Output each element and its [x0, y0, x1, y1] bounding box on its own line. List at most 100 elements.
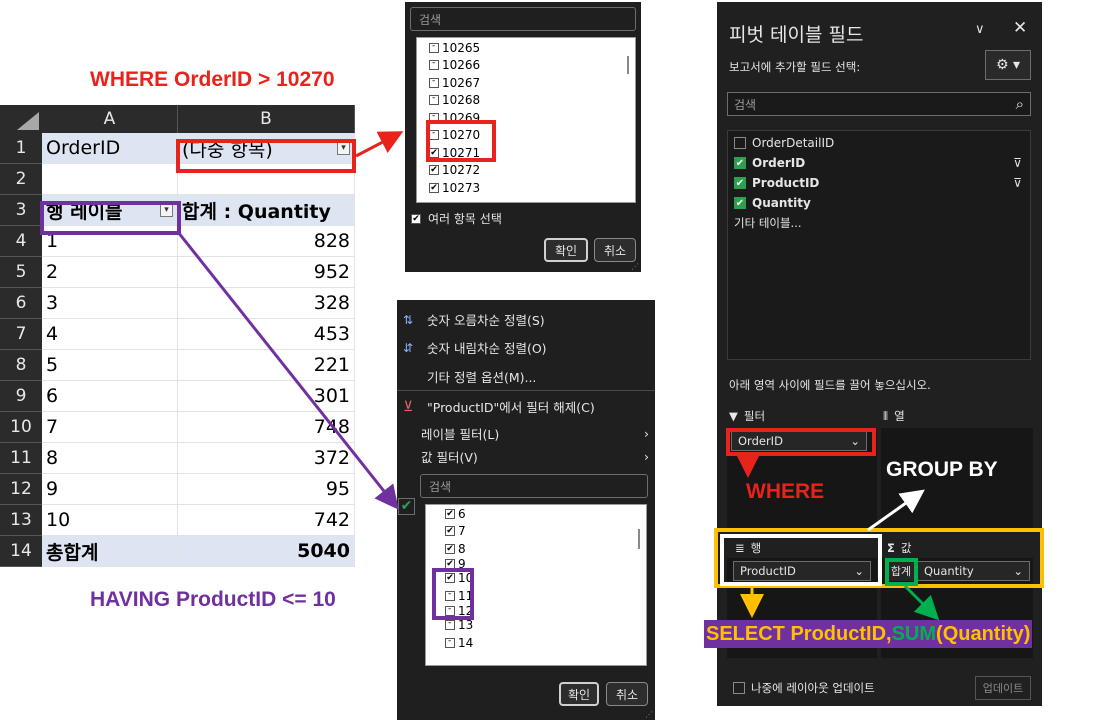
row-header-12[interactable]: 12	[0, 474, 42, 505]
update-button[interactable]: 업데이트	[975, 676, 1031, 700]
filter-funnel-icon[interactable]: ⊽	[1013, 176, 1022, 190]
checkbox-checked-icon[interactable]: ✔	[445, 526, 455, 537]
checkbox-checked-icon[interactable]: ✔	[445, 558, 455, 569]
column-header-a[interactable]: A	[42, 105, 178, 133]
row-label-cell[interactable]: 7	[42, 412, 178, 443]
sort-descending-item[interactable]: ⇵ 숫자 내림차순 정렬(O)	[403, 338, 547, 357]
row-label-cell[interactable]: 6	[42, 381, 178, 412]
list-item[interactable]: 10266	[417, 57, 635, 75]
product-ok-button[interactable]: 확인	[559, 682, 599, 706]
pane-search-input[interactable]: 검색 ⌕	[727, 92, 1031, 116]
checkbox-icon[interactable]	[734, 137, 746, 149]
checkbox-checked-icon[interactable]: ✔	[734, 177, 746, 189]
checkbox-icon[interactable]	[429, 94, 439, 106]
row-header-5[interactable]: 5	[0, 257, 42, 288]
sum-value-cell[interactable]: 328	[178, 288, 355, 319]
checkbox-checked-icon[interactable]: ✔	[429, 165, 439, 176]
list-item[interactable]: 10268	[417, 92, 635, 110]
row-header-9[interactable]: 9	[0, 381, 42, 412]
value-filter-item[interactable]: 값 필터(V) ›	[421, 447, 649, 466]
clear-filter-item[interactable]: ⊻ "ProductID"에서 필터 해제(C)	[403, 397, 595, 416]
column-header-b[interactable]: B	[178, 105, 355, 133]
row-header-1[interactable]: 1	[0, 133, 42, 164]
list-item[interactable]: 14	[426, 634, 646, 652]
row-label-cell[interactable]: 9	[42, 474, 178, 505]
field-productid[interactable]: ✔ ProductID ⊽	[728, 173, 1030, 193]
field-orderdetailid[interactable]: OrderDetailID	[728, 133, 1030, 153]
orderid-cancel-button[interactable]: 취소	[594, 238, 636, 262]
orderid-search-input[interactable]: 검색	[410, 7, 636, 31]
checkbox-checked-icon[interactable]: ✔	[734, 197, 746, 209]
cell-a2[interactable]	[42, 164, 178, 195]
checkbox-checked-icon[interactable]: ✔	[445, 543, 455, 554]
list-item[interactable]: 10265	[417, 39, 635, 57]
row-label-cell[interactable]: 10	[42, 505, 178, 536]
sum-value-cell[interactable]: 301	[178, 381, 355, 412]
checkbox-icon[interactable]	[429, 77, 439, 88]
list-item[interactable]: ✔ 7	[426, 523, 646, 541]
more-tables-link[interactable]: 기타 테이블...	[728, 213, 1030, 233]
row-header-8[interactable]: 8	[0, 350, 42, 381]
checkbox-checked-icon[interactable]: ✔	[411, 213, 421, 224]
sum-value-cell[interactable]: 221	[178, 350, 355, 381]
row-header-7[interactable]: 7	[0, 319, 42, 350]
checkbox-icon[interactable]	[445, 619, 455, 631]
multi-select-option[interactable]: ✔ 여러 항목 선택	[411, 210, 502, 227]
close-icon[interactable]: ✕	[1013, 18, 1027, 38]
select-all-corner[interactable]	[0, 105, 42, 133]
sum-value-cell[interactable]: 742	[178, 505, 355, 536]
scrollbar-thumb[interactable]	[627, 56, 629, 74]
gear-icon[interactable]: ⚙ ▾	[985, 50, 1031, 80]
scrollbar-thumb[interactable]	[638, 529, 640, 549]
cell-a1-filter-label[interactable]: OrderID	[42, 133, 178, 164]
checkbox-checked-icon[interactable]: ✔	[429, 182, 439, 193]
list-item[interactable]: ✔ 8	[426, 540, 646, 558]
pane-menu-chevron-icon[interactable]: ∨	[975, 22, 985, 37]
list-item[interactable]: ✔ 6	[426, 505, 646, 523]
sum-value-cell[interactable]: 95	[178, 474, 355, 505]
row-label-cell[interactable]: 3	[42, 288, 178, 319]
row-header-6[interactable]: 6	[0, 288, 42, 319]
sum-value-cell[interactable]: 828	[178, 226, 355, 257]
defer-update-option[interactable]: 나중에 레이아웃 업데이트	[733, 680, 875, 696]
list-item[interactable]: 10267	[417, 74, 635, 92]
grand-total-label-cell[interactable]: 총합계	[42, 536, 178, 567]
sum-header-cell[interactable]: 합계 : Quantity	[178, 195, 355, 226]
row-label-cell[interactable]: 2	[42, 257, 178, 288]
sum-value-cell[interactable]: 748	[178, 412, 355, 443]
row-header-4[interactable]: 4	[0, 226, 42, 257]
sum-value-cell[interactable]: 453	[178, 319, 355, 350]
row-header-11[interactable]: 11	[0, 443, 42, 474]
grand-total-value-cell[interactable]: 5040	[178, 536, 355, 567]
product-cancel-button[interactable]: 취소	[606, 682, 648, 706]
row-label-cell[interactable]: 8	[42, 443, 178, 474]
row-header-10[interactable]: 10	[0, 412, 42, 443]
filter-funnel-icon[interactable]: ⊽	[1013, 156, 1022, 170]
resize-grip-icon[interactable]: ⋰	[645, 710, 653, 719]
field-orderid[interactable]: ✔ OrderID ⊽	[728, 153, 1030, 173]
row-header-14[interactable]: 14	[0, 536, 42, 567]
search-icon[interactable]: ⌕	[1016, 95, 1024, 113]
product-search-input[interactable]: 검색	[420, 474, 648, 498]
row-header-2[interactable]: 2	[0, 164, 42, 195]
row-header-13[interactable]: 13	[0, 505, 42, 536]
checkbox-checked-icon[interactable]: ✔	[734, 157, 746, 169]
select-all-check-icon[interactable]: ✔	[398, 498, 415, 515]
sum-value-cell[interactable]: 952	[178, 257, 355, 288]
label-filter-item[interactable]: 레이블 필터(L) ›	[421, 424, 649, 443]
field-quantity[interactable]: ✔ Quantity	[728, 193, 1030, 213]
list-item[interactable]: ✔ 10272	[417, 162, 635, 180]
checkbox-icon[interactable]	[733, 682, 745, 694]
checkbox-icon[interactable]	[429, 59, 439, 71]
list-item[interactable]: ✔ 10273	[417, 179, 635, 197]
checkbox-icon[interactable]	[445, 637, 455, 648]
row-label-cell[interactable]: 4	[42, 319, 178, 350]
sort-ascending-item[interactable]: ⇅ 숫자 오름차순 정렬(S)	[403, 310, 545, 329]
row-label-cell[interactable]: 5	[42, 350, 178, 381]
checkbox-icon[interactable]	[429, 42, 439, 53]
row-header-3[interactable]: 3	[0, 195, 42, 226]
orderid-ok-button[interactable]: 확인	[544, 238, 588, 262]
checkbox-checked-icon[interactable]: ✔	[445, 508, 455, 519]
sum-value-cell[interactable]: 372	[178, 443, 355, 474]
resize-grip-icon[interactable]: ⋰	[631, 262, 639, 271]
